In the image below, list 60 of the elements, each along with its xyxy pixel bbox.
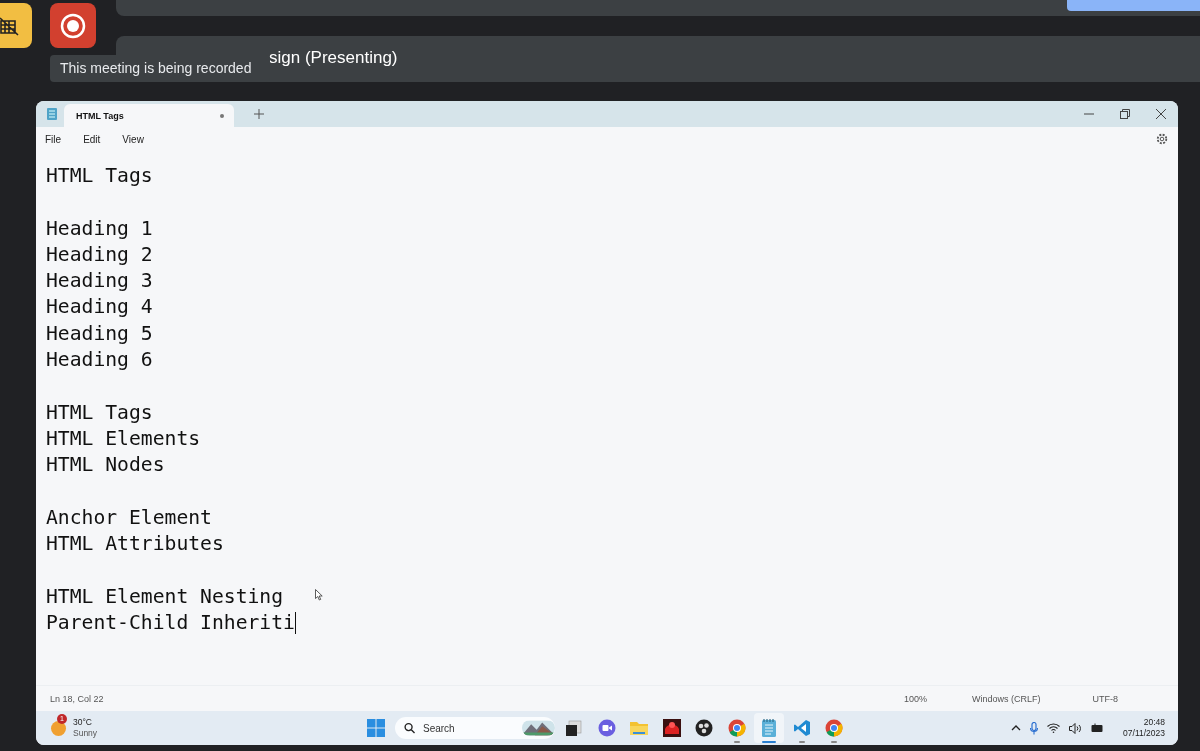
cursor-position: Ln 18, Col 22 — [50, 693, 104, 704]
line-ending: Windows (CRLF) — [972, 693, 1041, 704]
document-tab[interactable]: HTML Tags — [64, 104, 234, 127]
windows-icon — [565, 719, 583, 737]
running-indicator — [831, 741, 837, 743]
text-line: HTML Attributes — [46, 531, 224, 558]
menu-item[interactable]: File — [45, 133, 62, 145]
microphone-icon[interactable] — [1030, 721, 1039, 735]
text-line: HTML Nodes — [46, 452, 165, 479]
notepad-icon — [46, 107, 58, 121]
temperature: 30°C — [73, 717, 93, 728]
clock[interactable]: 20:48 07/11/2023 — [1123, 717, 1165, 739]
browser-icon — [825, 719, 843, 737]
weather-condition: Sunny — [73, 728, 98, 739]
browser-icon — [727, 719, 746, 737]
code-editor-icon — [792, 719, 811, 737]
windows-start-icon[interactable] — [367, 719, 385, 737]
menu-item[interactable]: View — [122, 133, 144, 145]
speaker-icon[interactable] — [1069, 722, 1083, 734]
new-tab-icon[interactable] — [254, 109, 264, 119]
search-input[interactable]: Search — [421, 721, 515, 735]
text-line: Heading 5 — [46, 320, 153, 347]
folder-icon — [629, 719, 649, 737]
restore-icon[interactable] — [1120, 109, 1130, 119]
close-icon[interactable] — [1156, 109, 1166, 119]
search-icon — [404, 722, 415, 734]
text-line: HTML Tags — [46, 399, 153, 426]
text-line: Heading 3 — [46, 268, 153, 295]
text-cursor — [294, 612, 297, 635]
date: 07/11/2023 — [1123, 728, 1165, 739]
search-bar[interactable]: Search — [395, 717, 555, 739]
battery-icon[interactable] — [1091, 723, 1105, 733]
sun-icon — [51, 720, 66, 736]
text-line: HTML Elements — [46, 425, 201, 452]
text-line: HTML Element Nesting — [46, 583, 284, 610]
text-line: Heading 6 — [46, 347, 153, 374]
text-line: Anchor Element — [46, 504, 212, 531]
text-line: Heading 2 — [46, 241, 153, 268]
text-line: Parent-Child Inheriti — [46, 610, 295, 637]
recording-tooltip: This meeting is being recorded — [50, 55, 270, 82]
record-button[interactable] — [50, 3, 96, 48]
text-line: Heading 1 — [46, 215, 153, 242]
running-indicator — [762, 741, 776, 743]
record-icon — [60, 12, 86, 39]
time: 20:48 — [1143, 717, 1165, 728]
video-chat-icon — [597, 719, 616, 737]
text-line: Heading 4 — [46, 294, 153, 321]
text-line: HTML Tags — [46, 163, 153, 189]
wifi-icon[interactable] — [1047, 723, 1061, 733]
mouse-pointer-icon — [315, 588, 324, 601]
encoding: UTF-8 — [1092, 693, 1118, 704]
chevron-up-icon[interactable] — [1011, 725, 1022, 731]
grid-off-icon — [0, 14, 20, 37]
running-indicator — [798, 741, 805, 743]
presenter-title: sign (Presenting) — [269, 48, 398, 69]
running-indicator — [733, 741, 740, 743]
notepad-icon — [761, 718, 777, 738]
menu-item[interactable]: Edit — [83, 133, 101, 145]
settings-icon[interactable] — [1156, 133, 1168, 145]
zoom-level: 100% — [903, 693, 927, 704]
